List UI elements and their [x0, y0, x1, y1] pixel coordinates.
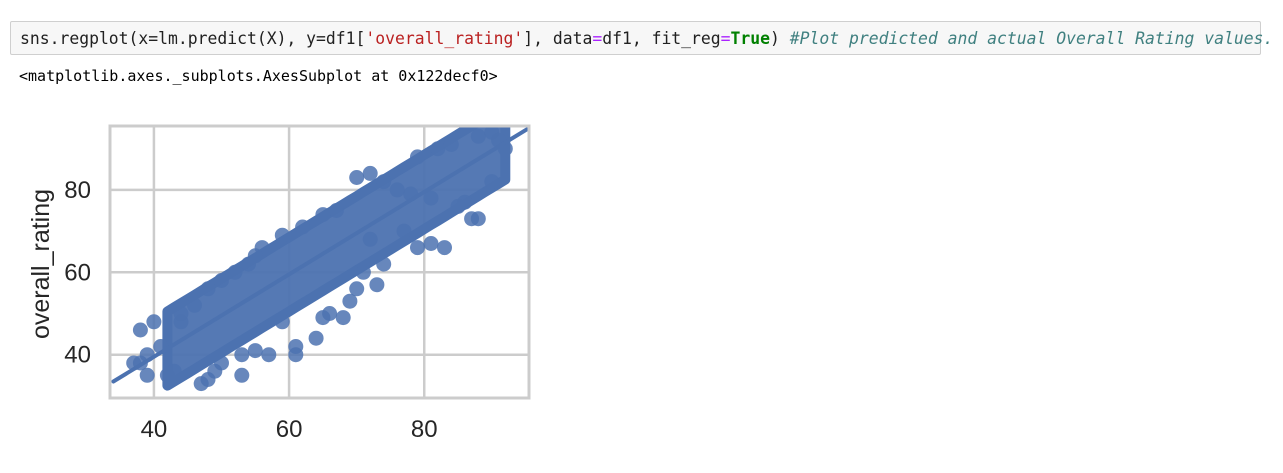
scatter-point [410, 149, 425, 165]
scatter-point [214, 273, 229, 288]
scatter-point [403, 186, 419, 202]
scatter-point [362, 231, 378, 247]
scatter-point [132, 322, 148, 338]
scatter-point [308, 330, 324, 346]
scatter-point [200, 281, 216, 297]
dense-point-cloud [162, 126, 511, 391]
scatter-point [254, 240, 270, 256]
scatter-point [139, 367, 155, 383]
regression-fit-line [111, 126, 529, 384]
x-tick-labels: 40 60 80 [141, 416, 438, 443]
scatter-point [342, 293, 358, 309]
plot-background [110, 126, 529, 398]
y-tick-labels: 40 60 80 [64, 177, 91, 369]
scatter-point [423, 190, 439, 206]
code-comment: #Plot predicted and actual Overall Ratin… [789, 29, 1274, 48]
scatter-point [484, 174, 500, 190]
output-repr-text: <matplotlib.axes._subplots.AxesSubplot a… [19, 67, 498, 85]
scatter-point [159, 367, 175, 383]
scatter-point [457, 194, 473, 210]
code-string-literal: 'overall_rating' [365, 29, 524, 48]
scatter-point [274, 227, 290, 243]
scatter-point [464, 211, 480, 227]
code-operator: = [720, 29, 731, 48]
scatter-point [227, 264, 243, 280]
scatter-point [241, 256, 256, 272]
grid-lines [110, 126, 529, 398]
x-tick-label: 60 [276, 416, 303, 443]
scatter-point [173, 306, 189, 321]
scatter-point [132, 355, 148, 371]
code-segment: ], data [523, 29, 593, 48]
scatter-point [349, 170, 365, 185]
scatter-point [247, 248, 263, 264]
scatter-point [470, 128, 486, 144]
scatter-point [261, 347, 277, 363]
scatter-point [355, 264, 371, 280]
y-tick-label: 40 [64, 342, 91, 369]
scatter-point [234, 347, 250, 363]
regression-line [111, 126, 529, 384]
scatter-point [437, 240, 452, 256]
scatter-point [234, 367, 250, 383]
scatter-point [166, 363, 182, 379]
scatter-point [410, 240, 425, 256]
scatter-point [376, 174, 392, 190]
scatter-point [328, 203, 344, 218]
code-segment: ) [770, 29, 790, 48]
scatter-point [295, 219, 311, 235]
y-tick-label: 60 [64, 259, 91, 286]
scatter-point [288, 347, 304, 363]
scatter-point [484, 126, 500, 140]
scatter-point [322, 306, 338, 321]
point-cloud [162, 126, 511, 391]
scatter-point [450, 198, 466, 214]
scatter-point [153, 339, 169, 354]
scatter-point [207, 363, 223, 379]
axes-frame [108, 124, 531, 400]
scatter-point [376, 256, 392, 272]
scatter-point [497, 141, 513, 157]
code-segment: sns.regplot(x=lm.predict(X), y=df1[ [20, 29, 366, 48]
scatter-point [126, 355, 142, 371]
scatter-point [389, 182, 405, 198]
code-operator: = [592, 29, 603, 48]
scatter-point [214, 355, 229, 371]
scatter-point [362, 165, 378, 181]
scatter-point [423, 236, 439, 251]
x-tick-label: 40 [141, 416, 168, 443]
scatter-point [315, 310, 331, 326]
scatter-point [315, 207, 331, 223]
scatter-point [443, 137, 459, 152]
scatter-point [146, 314, 162, 330]
scatter-point [369, 277, 385, 293]
code-line[interactable]: sns.regplot(x=lm.predict(X), y=df1['over… [20, 29, 1273, 49]
scatter-point [349, 281, 365, 297]
y-tick-label: 80 [64, 177, 91, 204]
scatter-point [491, 132, 507, 148]
code-input-cell[interactable]: sns.regplot(x=lm.predict(X), y=df1['over… [10, 21, 1273, 55]
scatter-point [200, 372, 216, 387]
y-axis-label: overall_rating [27, 189, 55, 339]
scatter-point [193, 376, 209, 392]
scatter-point [139, 347, 155, 363]
code-segment: df1, fit_reg [602, 29, 721, 48]
scatter-point [335, 310, 351, 326]
scatter-point [187, 297, 202, 313]
scatter-points [126, 126, 513, 392]
scatter-point [396, 223, 412, 239]
scatter-point [470, 211, 486, 227]
scatter-point [274, 314, 290, 330]
scatter-point [288, 339, 304, 354]
scatter-point [430, 141, 446, 157]
x-tick-label: 80 [411, 416, 438, 443]
scatter-point [247, 343, 263, 359]
scatter-point [173, 314, 189, 330]
code-keyword: True [730, 29, 771, 48]
